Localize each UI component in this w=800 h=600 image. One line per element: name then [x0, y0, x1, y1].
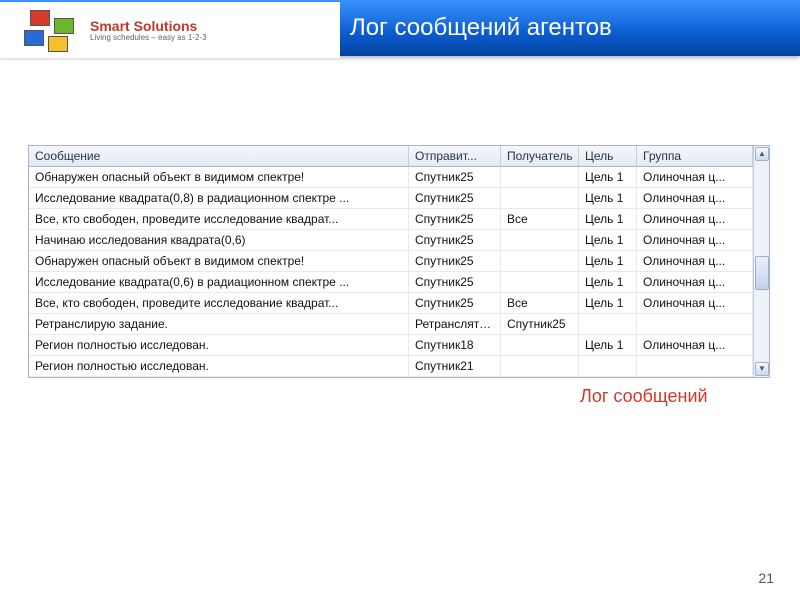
cell-recipient[interactable]: Все: [501, 293, 579, 314]
cell-target[interactable]: [579, 356, 637, 377]
cell-msg[interactable]: Регион полностью исследован.: [29, 356, 409, 377]
cell-recipient[interactable]: [501, 251, 579, 272]
cell-target[interactable]: Цель 1: [579, 209, 637, 230]
cell-sender[interactable]: Спутник25: [409, 167, 501, 188]
cell-msg[interactable]: Ретранслирую задание.: [29, 314, 409, 335]
cell-recipient[interactable]: [501, 272, 579, 293]
cell-target[interactable]: Цель 1: [579, 251, 637, 272]
cell-msg[interactable]: Регион полностью исследован.: [29, 335, 409, 356]
cell-target[interactable]: Цель 1: [579, 188, 637, 209]
cell-msg[interactable]: Исследование квадрата(0,8) в радиационно…: [29, 188, 409, 209]
cell-recipient[interactable]: Спутник25: [501, 314, 579, 335]
cell-target[interactable]: Цель 1: [579, 293, 637, 314]
cell-msg[interactable]: Начинаю исследования квадрата(0,6): [29, 230, 409, 251]
vertical-scrollbar[interactable]: ▲▼: [753, 146, 769, 377]
column-header[interactable]: Группа: [637, 146, 753, 167]
logo-icon: [20, 8, 80, 52]
cell-msg[interactable]: Обнаружен опасный объект в видимом спект…: [29, 167, 409, 188]
scroll-up-icon[interactable]: ▲: [755, 147, 769, 161]
cell-group[interactable]: Олиночная ц...: [637, 335, 753, 356]
brand-name: Smart Solutions: [90, 18, 207, 34]
cell-group[interactable]: Олиночная ц...: [637, 272, 753, 293]
cell-sender[interactable]: Спутник25: [409, 272, 501, 293]
brand-tagline: Living schedules – easy as 1-2-3: [90, 33, 207, 42]
cell-sender[interactable]: Ретранслятор2: [409, 314, 501, 335]
cell-group[interactable]: Олиночная ц...: [637, 251, 753, 272]
log-table-panel: СообщениеОтправит...ПолучательЦельГруппа…: [28, 145, 770, 378]
cell-msg[interactable]: Все, кто свободен, проведите исследовани…: [29, 209, 409, 230]
column-header[interactable]: Отправит...: [409, 146, 501, 167]
scroll-thumb[interactable]: [755, 256, 769, 290]
cell-sender[interactable]: Спутник18: [409, 335, 501, 356]
cell-sender[interactable]: Спутник25: [409, 293, 501, 314]
cell-target[interactable]: Цель 1: [579, 167, 637, 188]
cell-group[interactable]: Олиночная ц...: [637, 188, 753, 209]
cell-recipient[interactable]: [501, 356, 579, 377]
column-header[interactable]: Получатель: [501, 146, 579, 167]
cell-group[interactable]: Олиночная ц...: [637, 209, 753, 230]
cell-sender[interactable]: Спутник25: [409, 251, 501, 272]
annotation-label: Лог сообщений: [580, 386, 708, 407]
cell-sender[interactable]: Спутник25: [409, 209, 501, 230]
cell-msg[interactable]: Все, кто свободен, проведите исследовани…: [29, 293, 409, 314]
cell-target[interactable]: Цель 1: [579, 272, 637, 293]
page-title: Лог сообщений агентов: [350, 14, 612, 42]
cell-msg[interactable]: Обнаружен опасный объект в видимом спект…: [29, 251, 409, 272]
column-header[interactable]: Цель: [579, 146, 637, 167]
cell-target[interactable]: Цель 1: [579, 335, 637, 356]
logo-block: Smart Solutions Living schedules – easy …: [0, 2, 340, 58]
cell-group[interactable]: [637, 356, 753, 377]
cell-group[interactable]: [637, 314, 753, 335]
cell-recipient[interactable]: [501, 188, 579, 209]
cell-sender[interactable]: Спутник25: [409, 230, 501, 251]
header-bar: Smart Solutions Living schedules – easy …: [0, 0, 800, 56]
cell-target[interactable]: [579, 314, 637, 335]
cell-msg[interactable]: Исследование квадрата(0,6) в радиационно…: [29, 272, 409, 293]
cell-recipient[interactable]: Все: [501, 209, 579, 230]
cell-sender[interactable]: Спутник25: [409, 188, 501, 209]
cell-group[interactable]: Олиночная ц...: [637, 293, 753, 314]
cell-recipient[interactable]: [501, 167, 579, 188]
cell-group[interactable]: Олиночная ц...: [637, 167, 753, 188]
cell-sender[interactable]: Спутник21: [409, 356, 501, 377]
cell-group[interactable]: Олиночная ц...: [637, 230, 753, 251]
column-header[interactable]: Сообщение: [29, 146, 409, 167]
cell-target[interactable]: Цель 1: [579, 230, 637, 251]
slide-number: 21: [758, 570, 774, 586]
cell-recipient[interactable]: [501, 335, 579, 356]
cell-recipient[interactable]: [501, 230, 579, 251]
scroll-down-icon[interactable]: ▼: [755, 362, 769, 376]
